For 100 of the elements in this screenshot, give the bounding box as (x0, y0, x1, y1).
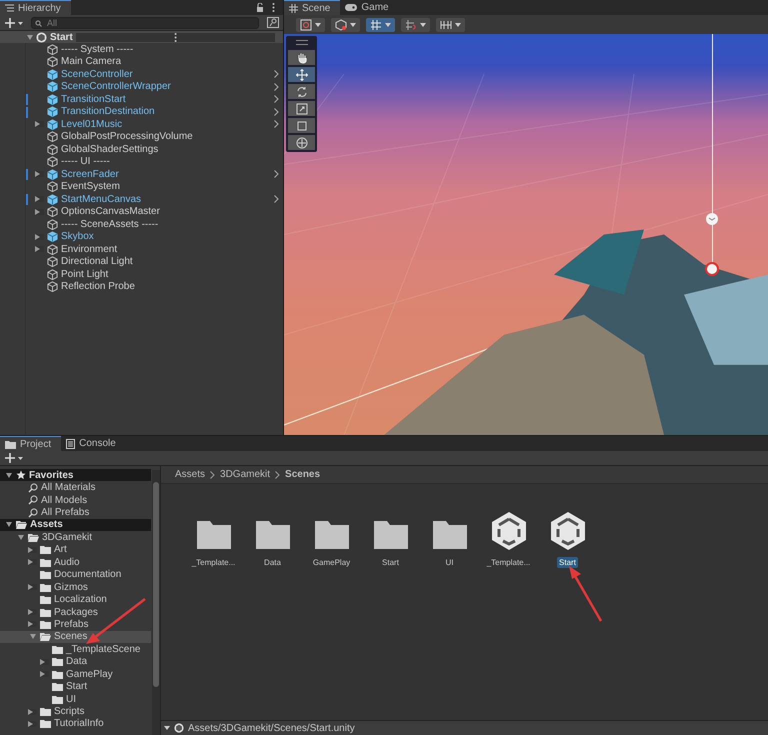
folder-icon[interactable] (194, 519, 232, 551)
hierarchy-item[interactable]: TransitionStart (61, 94, 126, 105)
hierarchy-item[interactable]: Environment (61, 244, 118, 255)
asset-label[interactable]: _Template... (484, 557, 532, 568)
chevron-right-icon[interactable] (274, 108, 279, 116)
folder-icon (5, 440, 16, 448)
hierarchy-item[interactable]: ----- System ----- (61, 44, 134, 55)
tree-item[interactable]: TutorialInfo (0, 718, 151, 730)
tree-item[interactable]: Assets (0, 518, 151, 532)
tree-item[interactable]: All Materials (0, 481, 151, 494)
tree-item[interactable]: Documentation (0, 568, 151, 581)
folder-icon[interactable] (312, 519, 350, 551)
folder-icon (40, 570, 51, 580)
breadcrumb-link[interactable]: Scenes (285, 469, 320, 480)
asset-label[interactable]: Start (380, 557, 401, 568)
chevron-right-icon[interactable] (274, 70, 279, 78)
tree-item[interactable]: All Models (0, 494, 151, 506)
tree-item[interactable]: GamePlay (0, 668, 151, 680)
tree-item[interactable]: Data (0, 656, 151, 668)
hierarchy-item[interactable]: ----- SceneAssets ----- (61, 218, 158, 230)
hierarchy-item[interactable]: TransitionDestination (61, 106, 155, 118)
lock-icon[interactable] (256, 3, 264, 12)
tool-button[interactable] (288, 84, 315, 99)
add-dropdown-icon[interactable] (5, 453, 23, 463)
hierarchy-item[interactable]: GlobalPostProcessingVolume (61, 131, 193, 142)
asset-label[interactable]: Data (262, 557, 283, 568)
breadcrumb-link[interactable]: 3DGamekit (220, 469, 270, 480)
view-tab[interactable]: Game (340, 0, 399, 15)
tree-item[interactable]: Scripts (0, 705, 151, 718)
asset-label[interactable]: _Template... (190, 557, 238, 568)
probe-gizmo-icon[interactable] (705, 262, 719, 276)
tree-label: Localization (54, 594, 107, 606)
hierarchy-item[interactable]: Main Camera (61, 56, 122, 68)
tree-item[interactable]: UI (0, 692, 151, 706)
tree-label: Scenes (54, 631, 88, 642)
tool-button[interactable] (288, 135, 315, 150)
breadcrumb-link[interactable]: Assets (175, 469, 206, 480)
chevron-right-icon[interactable] (274, 195, 279, 204)
hierarchy-tab[interactable]: Hierarchy (0, 0, 71, 15)
hierarchy-item[interactable]: Reflection Probe (61, 281, 135, 292)
toolbar-dropdown[interactable] (401, 18, 430, 32)
tree-item[interactable]: Scenes (0, 630, 151, 644)
tree-item[interactable]: 3DGamekit (0, 531, 151, 544)
tree-item[interactable]: Audio (0, 556, 151, 568)
panel-tab[interactable]: Project (0, 436, 62, 451)
chevron-right-icon[interactable] (274, 170, 279, 178)
scene-header[interactable]: Start (0, 31, 283, 43)
hierarchy-item[interactable]: Level01Music (61, 118, 122, 130)
folder-icon[interactable] (430, 519, 468, 551)
hierarchy-item[interactable]: StartMenuCanvas (61, 194, 142, 205)
tree-item[interactable]: _TemplateScene (0, 643, 151, 656)
hierarchy-item[interactable]: SceneController (61, 68, 133, 80)
toolbar-dropdown[interactable] (296, 18, 325, 32)
hierarchy-item[interactable]: OptionsCanvasMaster (61, 206, 160, 218)
rect-tool-icon (296, 120, 308, 132)
chevron-right-icon[interactable] (274, 120, 279, 128)
asset-label[interactable]: GamePlay (310, 557, 352, 568)
panel-tab[interactable]: Console (61, 436, 126, 451)
tree-item[interactable]: Favorites (0, 469, 151, 482)
hierarchy-item[interactable]: ----- UI ----- (61, 156, 110, 168)
hierarchy-item[interactable]: GlobalShaderSettings (61, 144, 158, 155)
tree-item[interactable]: Prefabs (0, 618, 151, 631)
search-field[interactable]: All (31, 16, 259, 28)
asset-label[interactable]: Start (557, 557, 578, 568)
toolbar-dropdown[interactable] (331, 18, 360, 32)
hierarchy-item[interactable]: ScreenFader (61, 168, 119, 180)
tree-item[interactable]: All Prefabs (0, 506, 151, 519)
scene-search-icon[interactable] (267, 17, 279, 28)
light-gizmo-icon[interactable] (705, 212, 719, 226)
add-dropdown-icon[interactable] (5, 18, 23, 28)
expand-arrow-icon[interactable] (6, 472, 12, 478)
tool-button[interactable] (288, 67, 315, 82)
tool-button[interactable] (288, 101, 315, 116)
scrollbar[interactable] (152, 470, 160, 735)
tree-item[interactable]: Localization (0, 593, 151, 606)
toolbar-dropdown[interactable] (436, 18, 465, 32)
asset-label[interactable]: UI (444, 557, 456, 568)
tree-item[interactable]: Gizmos (0, 580, 151, 594)
unity-scene-icon[interactable] (548, 511, 586, 551)
tree-item[interactable]: Packages (0, 606, 151, 618)
hierarchy-item[interactable]: EventSystem (61, 181, 120, 192)
hierarchy-item[interactable]: Skybox (61, 231, 94, 242)
hierarchy-item[interactable]: Point Light (61, 268, 108, 280)
hierarchy-item[interactable]: Directional Light (61, 256, 133, 268)
tool-button[interactable] (288, 118, 315, 133)
tool-button[interactable] (288, 50, 315, 65)
chevron-right-icon[interactable] (274, 95, 279, 104)
more-options-icon[interactable] (272, 3, 275, 12)
folder-icon[interactable] (254, 519, 292, 551)
tree-label: Data (66, 656, 88, 668)
tree-item[interactable]: Start (0, 680, 151, 693)
rotate-icon (296, 86, 308, 98)
chevron-right-icon[interactable] (274, 82, 279, 91)
dropdown-arrow-icon[interactable] (164, 726, 170, 730)
view-tab[interactable]: Scene (284, 0, 340, 15)
toolbar-dropdown[interactable] (366, 18, 395, 32)
hierarchy-item[interactable]: SceneControllerWrapper (61, 81, 171, 92)
unity-scene-icon[interactable] (490, 511, 528, 551)
tree-item[interactable]: Art (0, 544, 151, 556)
folder-icon[interactable] (372, 519, 410, 551)
